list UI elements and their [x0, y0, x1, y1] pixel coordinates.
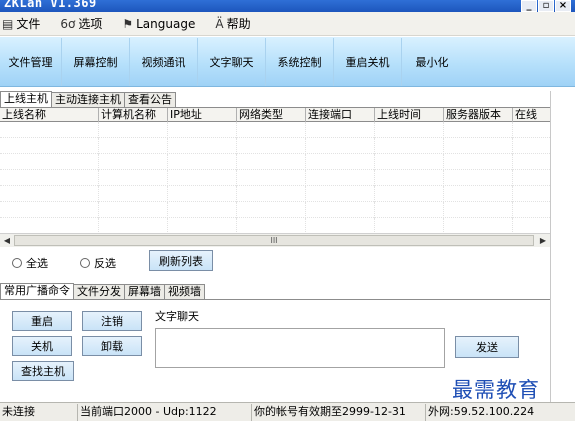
scroll-left-icon[interactable]: ◀ — [0, 234, 14, 247]
col-ip[interactable]: IP地址 — [168, 108, 237, 122]
menu-help-label: 帮助 — [226, 17, 251, 31]
select-all-label: 全选 — [26, 257, 48, 270]
menu-file[interactable]: ▤ 文件 — [2, 15, 40, 32]
col-net-type[interactable]: 网络类型 — [237, 108, 306, 122]
table-row — [0, 138, 550, 154]
send-button[interactable]: 发送 — [455, 336, 519, 358]
col-online-name[interactable]: 上线名称 — [0, 108, 99, 122]
radio-circle-icon — [80, 258, 90, 268]
table-body — [0, 122, 550, 233]
screen-control-button[interactable]: 屏幕控制 — [62, 37, 130, 86]
title-bar: ZKLan V1.369 _ ▫ × — [0, 0, 575, 12]
status-bar: 未连接 当前端口2000 - Udp:1122 你的帐号有效期至2999-12-… — [0, 402, 575, 421]
restore-button[interactable]: ▫ — [538, 0, 554, 12]
col-server-version[interactable]: 服务器版本 — [444, 108, 513, 122]
window-title: ZKLan V1.369 — [4, 0, 97, 10]
table-row — [0, 154, 550, 170]
menu-language[interactable]: ⚑ Language — [122, 17, 195, 31]
table-row — [0, 218, 550, 233]
external-ip: 外网:59.52.100.224 — [428, 404, 535, 418]
tab-screen-wall[interactable]: 屏幕墙 — [124, 284, 165, 299]
table-row — [0, 202, 550, 218]
scroll-thumb[interactable]: III — [14, 235, 534, 246]
selection-controls: 全选 反选 刷新列表 — [0, 247, 550, 275]
menu-file-label: 文件 — [16, 17, 41, 31]
table-row — [0, 170, 550, 186]
menu-bar: ▤ 文件 6ơ 选项 ⚑ Language Ä 帮助 — [0, 12, 575, 36]
options-icon: 6ơ — [60, 16, 76, 31]
tab-broadcast-commands[interactable]: 常用广播命令 — [0, 283, 74, 299]
col-online[interactable]: 在线 — [513, 108, 550, 122]
table-row — [0, 186, 550, 202]
minimize-button[interactable]: _ — [521, 0, 537, 12]
tab-file-distribution[interactable]: 文件分发 — [73, 284, 125, 299]
tab-announcements[interactable]: 查看公告 — [124, 92, 176, 107]
text-chat-label: 文字聊天 — [155, 310, 199, 323]
col-online-time[interactable]: 上线时间 — [375, 108, 444, 122]
radio-circle-icon — [12, 258, 22, 268]
col-port[interactable]: 连接端口 — [306, 108, 375, 122]
file-icon: ▤ — [2, 16, 14, 31]
watermark-text: 最需教育 — [452, 378, 540, 402]
menu-help[interactable]: Ä 帮助 — [215, 15, 250, 32]
help-icon: Ä — [215, 16, 224, 31]
menu-options[interactable]: 6ơ 选项 — [60, 15, 102, 32]
chat-message-input[interactable] — [155, 328, 445, 368]
right-frame — [550, 91, 575, 402]
port-status: 当前端口2000 - Udp:1122 — [78, 403, 252, 421]
uninstall-button[interactable]: 卸载 — [82, 336, 142, 356]
table-header: 上线名称 计算机名称 IP地址 网络类型 连接端口 上线时间 服务器版本 在线 — [0, 108, 550, 122]
host-table: 上线名称 计算机名称 IP地址 网络类型 连接端口 上线时间 服务器版本 在线 — [0, 107, 550, 233]
text-chat-button[interactable]: 文字聊天 — [198, 37, 266, 86]
host-tabs: 上线主机 主动连接主机 查看公告 — [0, 91, 176, 107]
scroll-track[interactable]: III — [14, 234, 536, 247]
connection-status: 未连接 — [0, 403, 78, 421]
menu-options-label: 选项 — [78, 17, 103, 31]
minimize-tool-button[interactable]: 最小化 — [402, 38, 462, 86]
account-expiry: 你的帐号有效期至2999-12-31 — [252, 403, 426, 421]
table-horizontal-scrollbar[interactable]: ◀ III ▶ — [0, 233, 550, 247]
logoff-button[interactable]: 注销 — [82, 311, 142, 331]
invert-select-label: 反选 — [94, 257, 116, 270]
refresh-list-button[interactable]: 刷新列表 — [149, 250, 213, 271]
shutdown-button[interactable]: 关机 — [12, 336, 72, 356]
close-button[interactable]: × — [555, 0, 571, 12]
col-computer-name[interactable]: 计算机名称 — [99, 108, 168, 122]
tab-online-hosts[interactable]: 上线主机 — [0, 91, 52, 107]
system-control-button[interactable]: 系统控制 — [266, 37, 334, 86]
tab-connect-host[interactable]: 主动连接主机 — [51, 92, 125, 107]
tab-video-wall[interactable]: 视频墙 — [164, 284, 205, 299]
window-controls: _ ▫ × — [521, 0, 571, 12]
menu-language-label: Language — [136, 16, 196, 31]
restart-button[interactable]: 重启 — [12, 311, 72, 331]
scroll-right-icon[interactable]: ▶ — [536, 234, 550, 247]
toolbar: 文件管理 屏幕控制 视频通讯 文字聊天 系统控制 重启关机 最小化 — [0, 37, 575, 87]
find-host-button[interactable]: 查找主机 — [12, 361, 74, 381]
file-manager-button[interactable]: 文件管理 — [0, 37, 62, 86]
table-row — [0, 122, 550, 138]
video-chat-button[interactable]: 视频通讯 — [130, 37, 198, 86]
invert-select-radio[interactable]: 反选 — [80, 255, 116, 271]
language-icon: ⚑ — [122, 16, 134, 31]
command-tabs: 常用广播命令 文件分发 屏幕墙 视频墙 — [0, 283, 205, 299]
restart-shutdown-button[interactable]: 重启关机 — [334, 37, 402, 86]
select-all-radio[interactable]: 全选 — [12, 255, 48, 271]
